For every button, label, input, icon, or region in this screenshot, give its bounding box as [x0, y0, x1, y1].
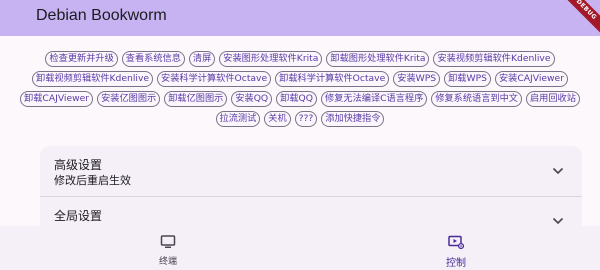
command-chip[interactable]: ??? — [294, 111, 318, 127]
command-chip[interactable]: 卸载CAJViewer — [20, 91, 94, 107]
command-chip[interactable]: 安装WPS — [393, 71, 441, 87]
bottom-navigation: 终端 控制 — [0, 226, 600, 270]
global-settings-title: 全局设置 — [54, 209, 103, 223]
advanced-settings-subtitle: 修改后重启生效 — [54, 174, 131, 187]
command-chip-list: 检查更新并升级 查看系统信息 清屏 安装图形处理软件Krita 卸载图形处理软件Krit… — [20, 51, 580, 127]
command-chip[interactable]: 清屏 — [188, 51, 216, 67]
advanced-settings-title: 高级设置 — [54, 158, 103, 172]
app-title: Debian Bookworm — [36, 7, 167, 24]
nav-item-control[interactable]: 控制 — [396, 226, 516, 270]
app-bar: Debian Bookworm — [0, 0, 600, 36]
command-chip[interactable]: 添加快捷指令 — [321, 111, 385, 127]
command-chip[interactable]: 卸载WPS — [444, 71, 491, 87]
nav-item-terminal[interactable]: 终端 — [108, 226, 228, 270]
advanced-settings-row[interactable]: 高级设置 修改后重启生效 — [40, 146, 582, 196]
command-chip[interactable]: 卸载亿图图示 — [164, 91, 228, 107]
command-chip[interactable]: 安装CAJViewer — [494, 71, 568, 87]
command-chip[interactable]: 安装亿图图示 — [97, 91, 161, 107]
command-chip[interactable]: 安装科学计算软件Octave — [157, 71, 272, 87]
nav-label-control: 控制 — [446, 258, 466, 269]
command-chip[interactable]: 启用回收站 — [526, 91, 580, 107]
command-chip[interactable]: 修复无法编译C语言程序 — [321, 91, 428, 107]
chevron-down-icon[interactable] — [552, 167, 564, 175]
command-chip[interactable]: 卸载图形处理软件Krita — [326, 51, 430, 67]
command-chip[interactable]: 卸载QQ — [276, 91, 318, 107]
chevron-down-icon[interactable] — [552, 217, 564, 225]
command-chip[interactable]: 卸载科学计算软件Octave — [275, 71, 390, 87]
monitor-icon — [160, 235, 176, 248]
command-chip[interactable]: 拉流测试 — [215, 111, 261, 127]
nav-label-terminal: 终端 — [158, 257, 177, 267]
command-chip[interactable]: 安装QQ — [231, 91, 273, 107]
command-chip[interactable]: 检查更新并升级 — [45, 51, 118, 67]
control-icon — [448, 235, 464, 249]
command-chip[interactable]: 安装图形处理软件Krita — [219, 51, 323, 67]
command-chip[interactable]: 安装视频剪辑软件Kdenlive — [433, 51, 555, 67]
command-chip[interactable]: 查看系统信息 — [121, 51, 185, 67]
command-chip[interactable]: 关机 — [264, 111, 291, 127]
app-root: Debian Bookworm DEBUG 检查更新并升级 查看系统信息 清屏 安装图… — [0, 0, 600, 270]
command-chip[interactable]: 修复系统语言到中文 — [431, 91, 522, 107]
command-chip[interactable]: 卸载视频剪辑软件Kdenlive — [32, 71, 154, 87]
